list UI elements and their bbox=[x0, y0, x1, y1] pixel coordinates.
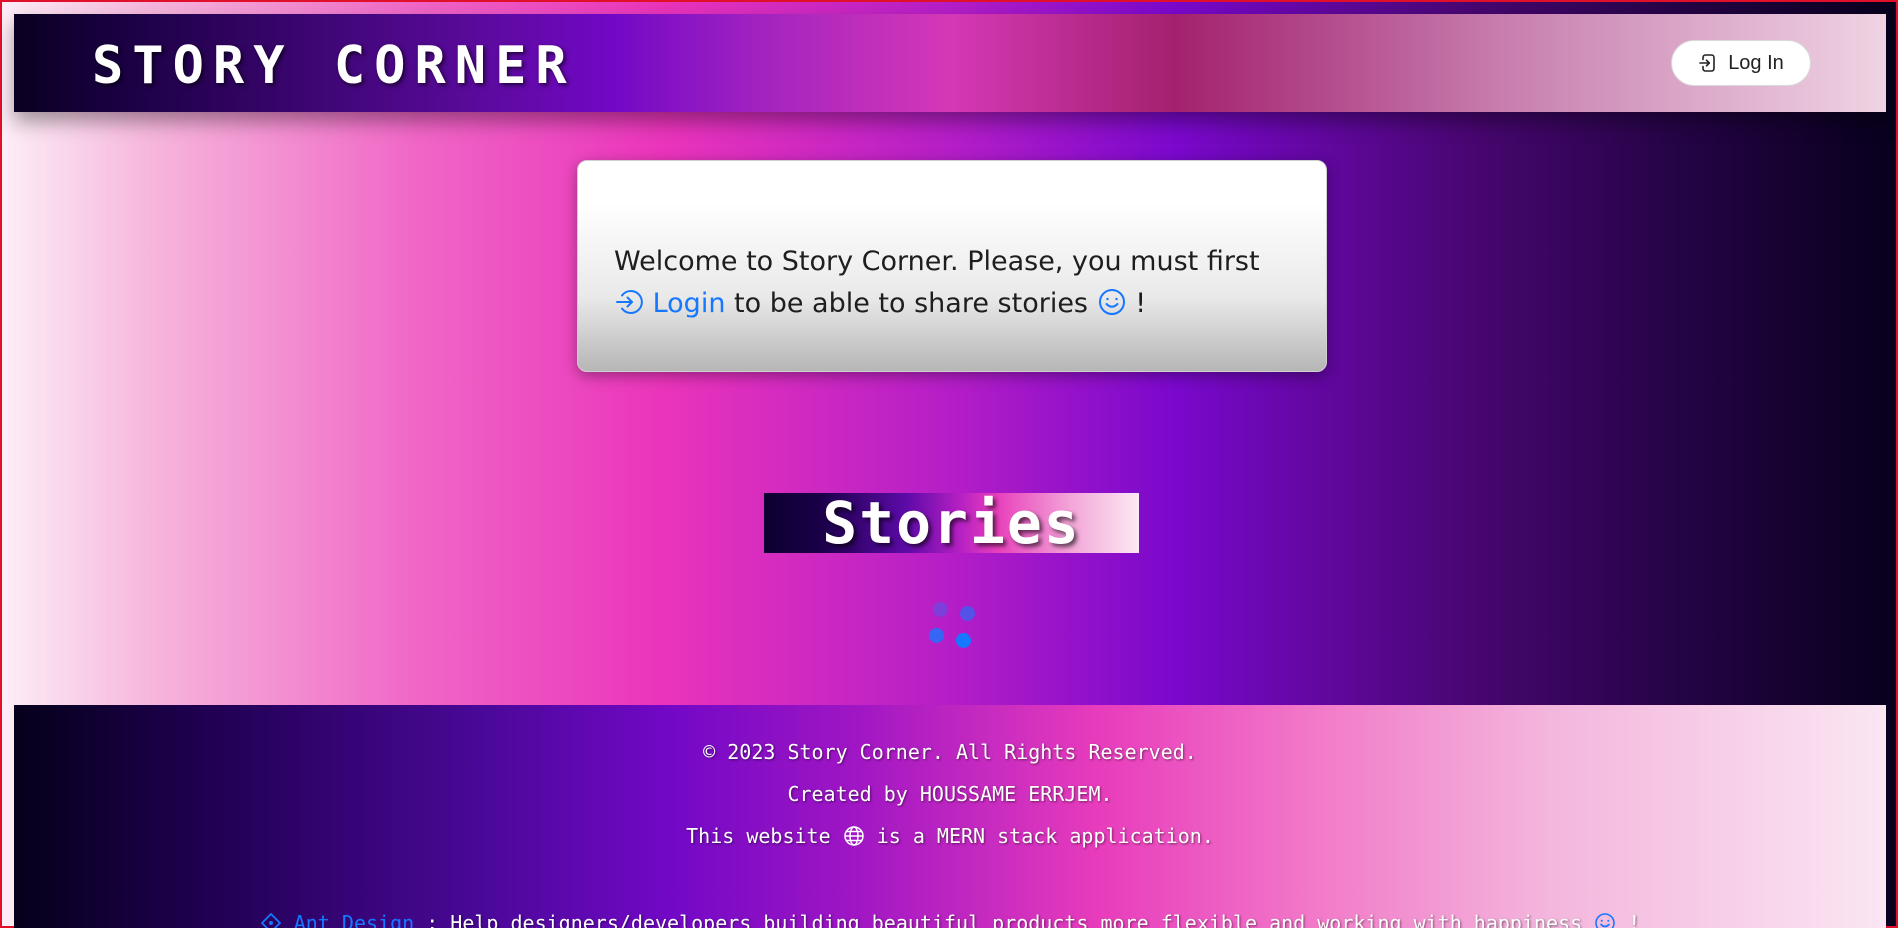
smile-icon bbox=[1594, 912, 1616, 928]
header-bar: STORY CORNER Log In bbox=[14, 14, 1886, 112]
welcome-login-link[interactable]: Login bbox=[614, 288, 725, 319]
spinner-dot bbox=[933, 602, 948, 617]
ant-design-end: ! bbox=[1628, 911, 1641, 928]
stories-heading: Stories bbox=[764, 489, 1139, 557]
footer-website-note: This website is a MERN stack application… bbox=[14, 822, 1886, 854]
welcome-card: Welcome to Story Corner. Please, you mus… bbox=[577, 160, 1327, 372]
footer: © 2023 Story Corner. All Rights Reserved… bbox=[14, 705, 1886, 928]
footer-created-by: Created by HOUSSAME ERRJEM. bbox=[787, 782, 1113, 806]
welcome-exclamation: ! bbox=[1135, 288, 1147, 319]
spinner-dot bbox=[960, 606, 975, 621]
ant-design-link-label: Ant Design bbox=[293, 911, 415, 928]
copyright-text: 2023 Story Corner. All Rights Reserved. bbox=[727, 740, 1197, 764]
login-icon bbox=[614, 287, 644, 330]
footer-ant-design: Ant Design : Help designers/developers b… bbox=[14, 909, 1886, 928]
login-button[interactable]: Log In bbox=[1671, 40, 1811, 86]
ant-design-text: : Help designers/developers building bea… bbox=[426, 911, 1583, 928]
login-button-label: Log In bbox=[1728, 51, 1784, 74]
loading-spinner bbox=[927, 602, 975, 650]
footer-copyright: © 2023 Story Corner. All Rights Reserved… bbox=[14, 738, 1886, 766]
welcome-login-link-label: Login bbox=[652, 288, 726, 319]
spinner-dot bbox=[929, 628, 944, 643]
spinner-dot bbox=[956, 633, 971, 648]
ant-design-icon bbox=[260, 912, 282, 928]
welcome-text: Welcome to Story Corner. Please, you mus… bbox=[614, 246, 1260, 277]
website-text-after: is a MERN stack application. bbox=[876, 824, 1214, 848]
smile-icon bbox=[1097, 287, 1127, 330]
website-text-before: This website bbox=[686, 824, 831, 848]
welcome-text-after: to be able to share stories bbox=[734, 288, 1088, 319]
copyright-icon: © bbox=[703, 740, 716, 764]
ant-design-link[interactable]: Ant Design bbox=[260, 911, 414, 928]
globe-icon bbox=[843, 825, 865, 854]
site-title[interactable]: STORY CORNER bbox=[92, 40, 576, 92]
login-icon bbox=[1698, 53, 1718, 73]
